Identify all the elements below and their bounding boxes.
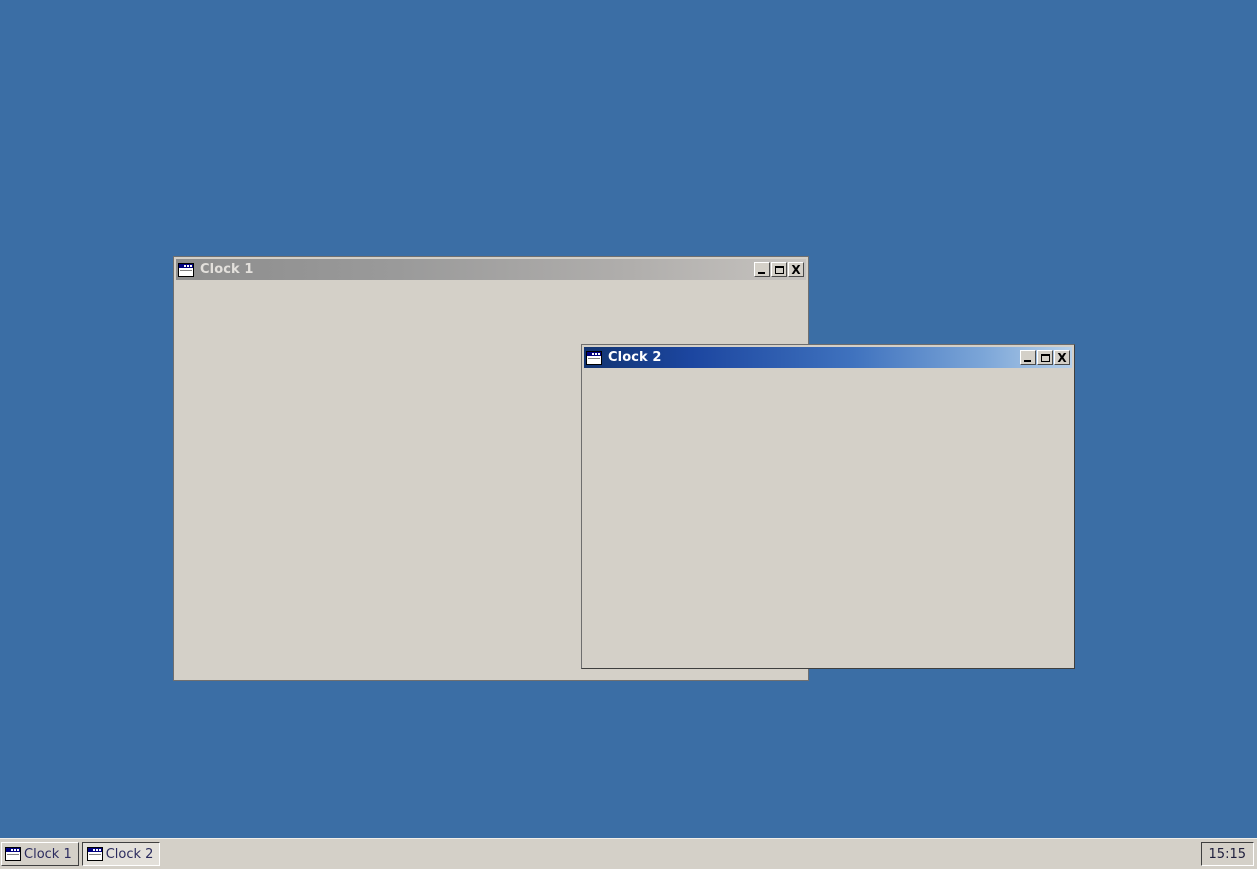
titlebar-buttons-clock-2: X <box>1020 350 1070 365</box>
close-button[interactable]: X <box>788 262 804 277</box>
window-title-clock-2: Clock 2 <box>608 350 662 365</box>
taskbar-button-label: Clock 1 <box>24 846 72 862</box>
window-icon <box>86 847 103 861</box>
titlebar-clock-1[interactable]: Clock 1 X <box>176 259 806 280</box>
titlebar-buttons-clock-1: X <box>754 262 804 277</box>
desktop[interactable]: Clock 1 X Clock 2 X Clock 1 Clock 2 15:1… <box>0 0 1257 869</box>
maximize-button[interactable] <box>771 262 787 277</box>
client-area-clock-2[interactable] <box>584 368 1072 665</box>
taskbar-button-list: Clock 1 Clock 2 <box>1 841 1201 867</box>
close-icon: X <box>1057 350 1067 365</box>
taskbar-button-clock-1[interactable]: Clock 1 <box>1 842 79 866</box>
taskbar-button-clock-2[interactable]: Clock 2 <box>81 842 161 866</box>
window-icon <box>586 350 602 365</box>
maximize-button[interactable] <box>1037 350 1053 365</box>
close-button[interactable]: X <box>1054 350 1070 365</box>
window-icon <box>5 847 21 861</box>
system-tray[interactable]: 15:15 <box>1200 842 1254 866</box>
window-clock-2[interactable]: Clock 2 X <box>581 344 1075 669</box>
taskbar-clock: 15:15 <box>1208 846 1246 862</box>
minimize-button[interactable] <box>1020 350 1036 365</box>
window-title-clock-1: Clock 1 <box>200 262 254 277</box>
taskbar-button-label: Clock 2 <box>105 846 154 862</box>
window-icon <box>178 262 194 277</box>
titlebar-clock-2[interactable]: Clock 2 X <box>584 347 1072 368</box>
minimize-button[interactable] <box>754 262 770 277</box>
taskbar[interactable]: Clock 1 Clock 2 15:15 <box>0 838 1257 869</box>
close-icon: X <box>791 262 801 277</box>
